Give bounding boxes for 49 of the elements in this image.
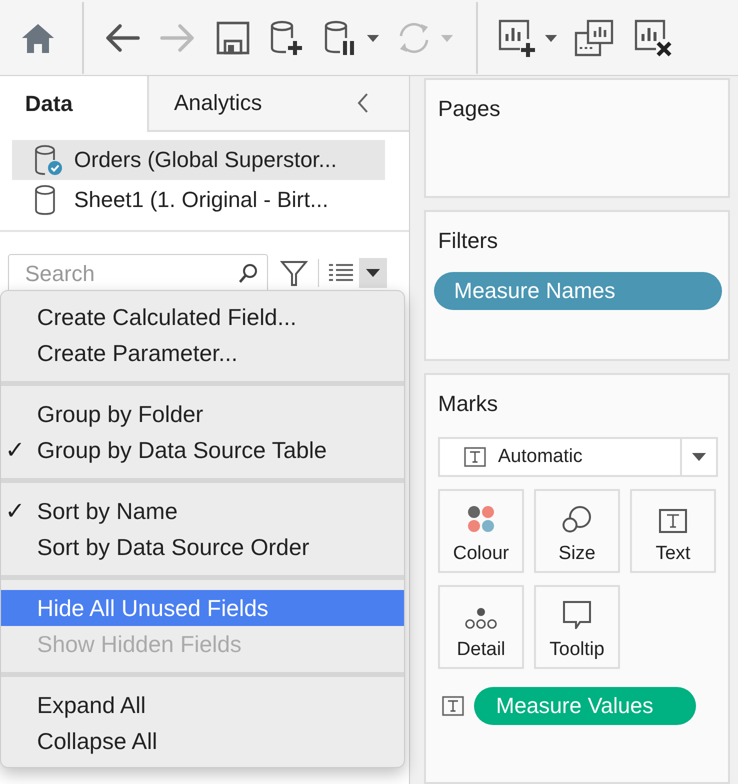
collapse-icon[interactable]: [357, 92, 369, 114]
detail-dots-icon: [465, 606, 497, 629]
menu-item[interactable]: Create Calculated Field...: [1, 299, 404, 335]
new-worksheet-icon[interactable]: [498, 18, 536, 56]
caret-icon[interactable]: [366, 32, 380, 42]
text-mark-icon: [442, 696, 464, 716]
tooltip-bubble-icon: [563, 600, 591, 629]
card-title: Pages: [438, 96, 500, 122]
menu-item[interactable]: ✓ Group by Data Source Table: [1, 432, 404, 468]
search-field[interactable]: Search: [8, 254, 268, 292]
menu-item[interactable]: Create Parameter...: [1, 335, 404, 371]
mark-property-button[interactable]: Text: [630, 488, 716, 573]
menu-item[interactable]: Collapse All: [1, 723, 404, 759]
color-dots-icon: [467, 504, 495, 533]
mark-property-button[interactable]: Tooltip: [534, 584, 620, 669]
duplicate-sheet-icon[interactable]: [574, 18, 614, 56]
text-mark-icon: [464, 446, 486, 467]
pane-tab[interactable]: Analytics: [147, 76, 409, 132]
size-circles-icon: [562, 504, 592, 533]
menu-item[interactable]: Expand All: [1, 687, 404, 723]
checkmark: ✓: [5, 436, 26, 464]
filter-icon[interactable]: [280, 259, 308, 287]
mark-property-button[interactable]: Size: [534, 488, 620, 573]
mark-property-button[interactable]: Colour: [438, 488, 524, 573]
caret-icon: [366, 268, 380, 278]
menu-dropdown-button[interactable]: [359, 258, 387, 288]
list-view-icon[interactable]: [329, 263, 353, 283]
data-source-name: Sheet1 (1. Original - Birt...: [74, 187, 328, 213]
add-data-source-icon[interactable]: [270, 20, 304, 56]
menu-item[interactable]: ✓ Sort by Name: [1, 493, 404, 529]
data-source-name: Orders (Global Superstor...: [74, 147, 337, 173]
card-title: Marks: [438, 390, 498, 417]
card-title: Filters: [438, 228, 498, 254]
menu-item[interactable]: Group by Folder: [1, 396, 404, 432]
caret-icon[interactable]: [544, 32, 558, 42]
data-source-item[interactable]: Orders (Global Superstor...: [12, 140, 385, 180]
mark-type-dropdown[interactable]: Automatic: [438, 436, 718, 477]
back-arrow-icon[interactable]: [104, 22, 140, 52]
caret-icon: [692, 452, 706, 461]
checkmark: ✓: [5, 496, 26, 526]
data-source-item[interactable]: Sheet1 (1. Original - Birt...: [12, 180, 385, 220]
text-mark-icon: [659, 508, 687, 533]
mark-property-button[interactable]: Detail: [438, 584, 524, 669]
search-icon: [238, 263, 258, 285]
save-icon[interactable]: [216, 20, 250, 54]
mark-type-label: Automatic: [498, 446, 582, 468]
menu-item[interactable]: Sort by Data Source Order: [1, 529, 404, 565]
clear-sheet-icon[interactable]: [634, 18, 672, 56]
menu-item[interactable]: Hide All Unused Fields: [1, 590, 404, 626]
